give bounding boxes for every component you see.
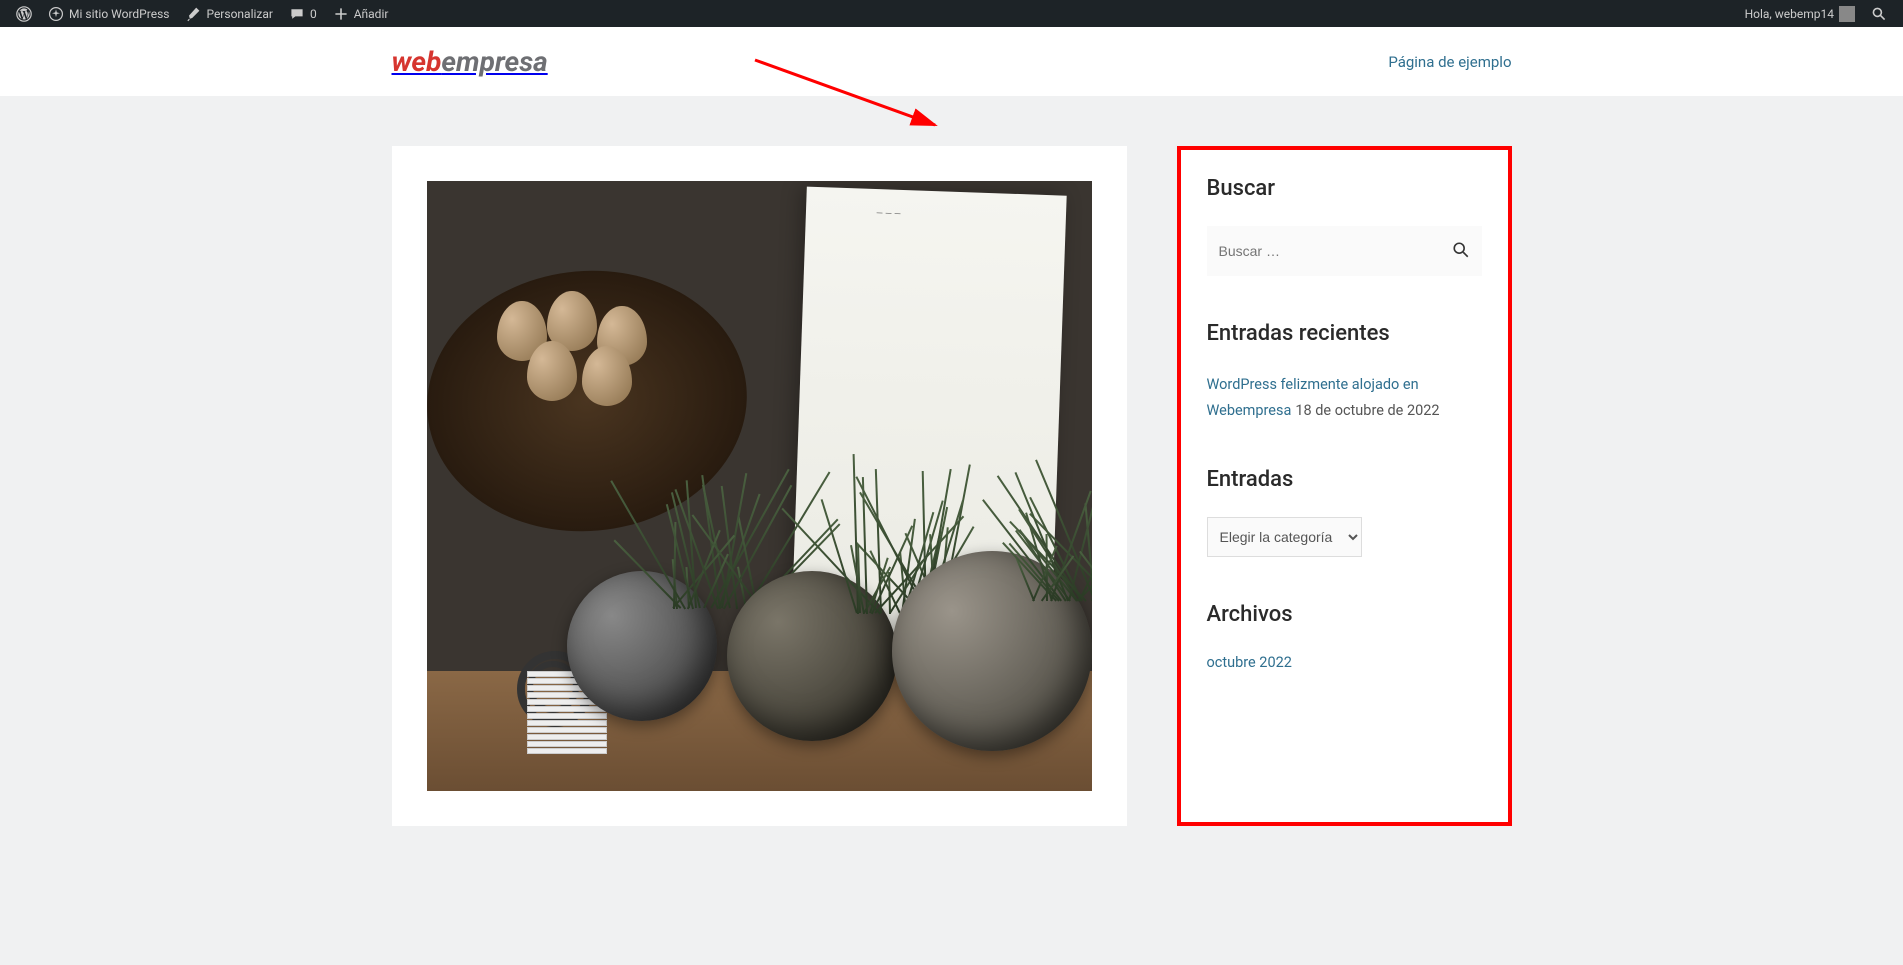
search-widget-title: Buscar: [1207, 176, 1482, 201]
recent-posts-widget: Entradas recientes WordPress felizmente …: [1207, 321, 1482, 422]
site-name-menu[interactable]: Mi sitio WordPress: [40, 6, 177, 22]
site-header: webempresa Página de ejemplo: [0, 27, 1903, 96]
comments-menu[interactable]: 0: [281, 6, 325, 22]
site-logo[interactable]: webempresa: [392, 45, 548, 78]
nav-sample-page[interactable]: Página de ejemplo: [1388, 53, 1511, 71]
recent-post-item: WordPress felizmente alojado en Webempre…: [1207, 371, 1482, 422]
dashboard-icon: [48, 6, 64, 22]
logo-part2: empresa: [441, 45, 547, 78]
comments-count: 0: [310, 7, 317, 21]
admin-search-toggle[interactable]: [1863, 6, 1895, 22]
categories-widget: Entradas Elegir la categoría: [1207, 467, 1482, 557]
user-menu[interactable]: Hola, webemp14: [1737, 6, 1863, 22]
customize-menu[interactable]: Personalizar: [177, 6, 281, 22]
brush-icon: [185, 6, 201, 22]
recent-post-date: 18 de octubre de 2022: [1295, 402, 1439, 419]
comment-icon: [289, 6, 305, 22]
add-new-menu[interactable]: Añadir: [325, 6, 397, 22]
archives-title: Archivos: [1207, 602, 1482, 627]
search-input[interactable]: [1219, 243, 1452, 259]
search-icon: [1871, 6, 1887, 22]
site-name-label: Mi sitio WordPress: [69, 7, 169, 21]
featured-image: ———: [427, 181, 1092, 791]
search-submit-button[interactable]: [1452, 241, 1470, 262]
user-avatar-icon: [1839, 6, 1855, 22]
sidebar: Buscar Entradas recientes WordPress feli…: [1177, 146, 1512, 826]
logo-part1: web: [392, 45, 442, 78]
archives-widget: Archivos octubre 2022: [1207, 602, 1482, 671]
category-select[interactable]: Elegir la categoría: [1207, 517, 1362, 557]
customize-label: Personalizar: [206, 7, 273, 21]
wp-logo-menu[interactable]: [8, 6, 40, 22]
search-icon: [1452, 241, 1470, 259]
main-nav: Página de ejemplo: [1388, 52, 1511, 71]
plus-icon: [333, 6, 349, 22]
main-content: ———: [392, 146, 1127, 826]
greeting-label: Hola, webemp14: [1745, 7, 1834, 21]
search-widget: Buscar: [1207, 176, 1482, 276]
recent-posts-title: Entradas recientes: [1207, 321, 1482, 346]
add-new-label: Añadir: [354, 7, 389, 21]
archive-link[interactable]: octubre 2022: [1207, 654, 1292, 671]
wordpress-icon: [16, 6, 32, 22]
wp-admin-bar: Mi sitio WordPress Personalizar 0 Añadir…: [0, 0, 1903, 27]
categories-title: Entradas: [1207, 467, 1482, 492]
